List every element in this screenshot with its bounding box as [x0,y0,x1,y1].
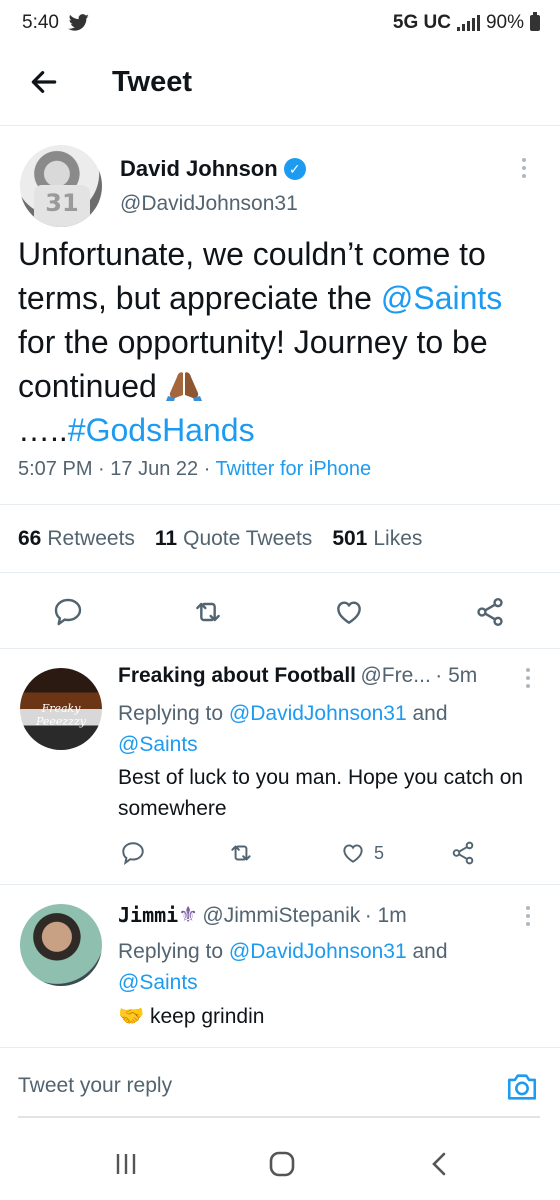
replying-mention[interactable]: @DavidJohnson31 [229,702,407,725]
handshake-emoji: 🤝 [118,1005,145,1028]
author-avatar[interactable]: 31 [20,145,102,227]
reply-like-count: 5 [374,842,385,863]
replying-mention[interactable]: @DavidJohnson31 [229,940,407,963]
status-bar: 5:40 5G UC 90% [0,0,560,48]
top-bar: Tweet [0,48,560,126]
mention-link[interactable]: @Saints [381,280,502,316]
divider [0,648,560,649]
composer-underline [18,1116,540,1118]
reply-like-button[interactable]: 5 [340,840,384,866]
reply-text: Best of luck to you man. Hope you catch … [118,766,524,820]
retweets-label: Retweets [47,527,135,550]
reply-time: · 5m [435,664,478,687]
replying-prefix: Replying to [118,702,229,725]
replying-to: Replying to @DavidJohnson31 and @Saints [118,936,538,998]
more-icon[interactable] [526,906,530,926]
tweet-text-part2: for the opportunity! Journey to be conti… [18,324,488,404]
reply-header: Freaking about Football @Fre... · 5m [118,664,548,688]
reply-text-row: 🤝 keep grindin [118,1001,548,1032]
retweets-stat[interactable]: 66 Retweets [18,527,135,551]
avatar-jersey-number: 31 [34,185,90,227]
signal-icon [456,15,480,31]
replying-mention[interactable]: @Saints [118,733,198,756]
likes-count: 501 [332,527,368,550]
nav-back-icon[interactable] [420,1144,460,1184]
twitter-bird-icon [68,14,89,31]
divider [0,1047,560,1048]
recents-icon[interactable] [106,1144,146,1184]
reply-time: · 1m [364,904,407,927]
reply-avatar[interactable] [20,904,102,986]
tweet-date: 17 Jun 22 [110,458,199,480]
author-name: David Johnson [120,156,278,181]
like-icon[interactable] [333,596,365,628]
like-icon [343,844,363,863]
status-right: 5G UC 90% [393,12,540,34]
reply-avatar[interactable]: Freaky Peeezzzy [20,668,102,750]
back-arrow-icon[interactable] [28,66,60,98]
reply-icon[interactable] [52,596,84,628]
reply-input[interactable] [18,1074,458,1098]
quotes-label: Quote Tweets [183,527,313,550]
tweet-source[interactable]: Twitter for iPhone [216,458,372,480]
share-icon [452,841,474,865]
replying-and: and [406,940,448,963]
retweet-icon[interactable] [192,596,224,628]
fleur-de-lis-emoji: ⚜ [178,902,198,927]
camera-icon[interactable] [505,1070,539,1104]
tweet-meta: 5:07 PM · 17 Jun 22 · Twitter for iPhone [18,458,372,480]
reply-author-handle[interactable]: @Fre... [360,664,430,687]
author-handle[interactable]: @DavidJohnson31 [120,192,298,216]
network-label: 5G UC [392,12,451,33]
reply-author-name[interactable]: Freaking about Football [118,664,356,687]
retweets-count: 66 [18,527,42,550]
replying-mention[interactable]: @Saints [118,971,198,994]
share-icon[interactable] [474,596,506,628]
replying-and: and [406,702,448,725]
quotes-count: 11 [154,527,178,550]
battery-icon [530,12,540,31]
tweet-text: Unfortunate, we couldn’t come to terms, … [18,232,548,452]
folded-hands-emoji-icon [165,372,202,401]
more-icon[interactable] [526,668,530,688]
verified-badge-icon: ✓ [283,158,306,180]
battery-percent: 90% [485,12,524,33]
likes-label: Likes [373,527,423,550]
reply-author-handle[interactable]: @JimmiStepanik [202,904,360,927]
quotes-stat[interactable]: 11 Quote Tweets [155,527,312,551]
reply-author-name[interactable]: Jimmi [118,903,178,927]
tweet-time: 5:07 PM [18,458,93,480]
home-icon[interactable] [262,1144,302,1184]
reply-reply-button[interactable] [120,840,146,866]
author-name-row[interactable]: David Johnson ✓ [120,156,306,182]
more-icon[interactable] [522,158,526,178]
divider [0,884,560,885]
reply-icon [122,842,144,866]
avatar-caption: Freaky Peeezzzy [35,702,87,728]
status-time: 5:40 [22,12,59,33]
tweet-ellipsis: ….. [18,412,68,448]
page-title: Tweet [112,66,193,98]
hashtag-link[interactable]: #GodsHands [68,412,255,448]
retweet-icon [231,845,251,861]
reply-text: keep grindin [150,1005,265,1028]
likes-stat[interactable]: 501 Likes [332,527,422,551]
divider [0,572,560,573]
reply-retweet-button[interactable] [228,840,254,866]
reply-header: Jimmi⚜ @JimmiStepanik · 1m [118,902,518,928]
divider [0,504,560,505]
replying-prefix: Replying to [118,940,229,963]
reply-share-button[interactable] [450,840,476,866]
replying-to: Replying to @DavidJohnson31 and @Saints [118,698,538,760]
tweet-stats: 66 Retweets 11 Quote Tweets 501 Likes [18,527,422,551]
